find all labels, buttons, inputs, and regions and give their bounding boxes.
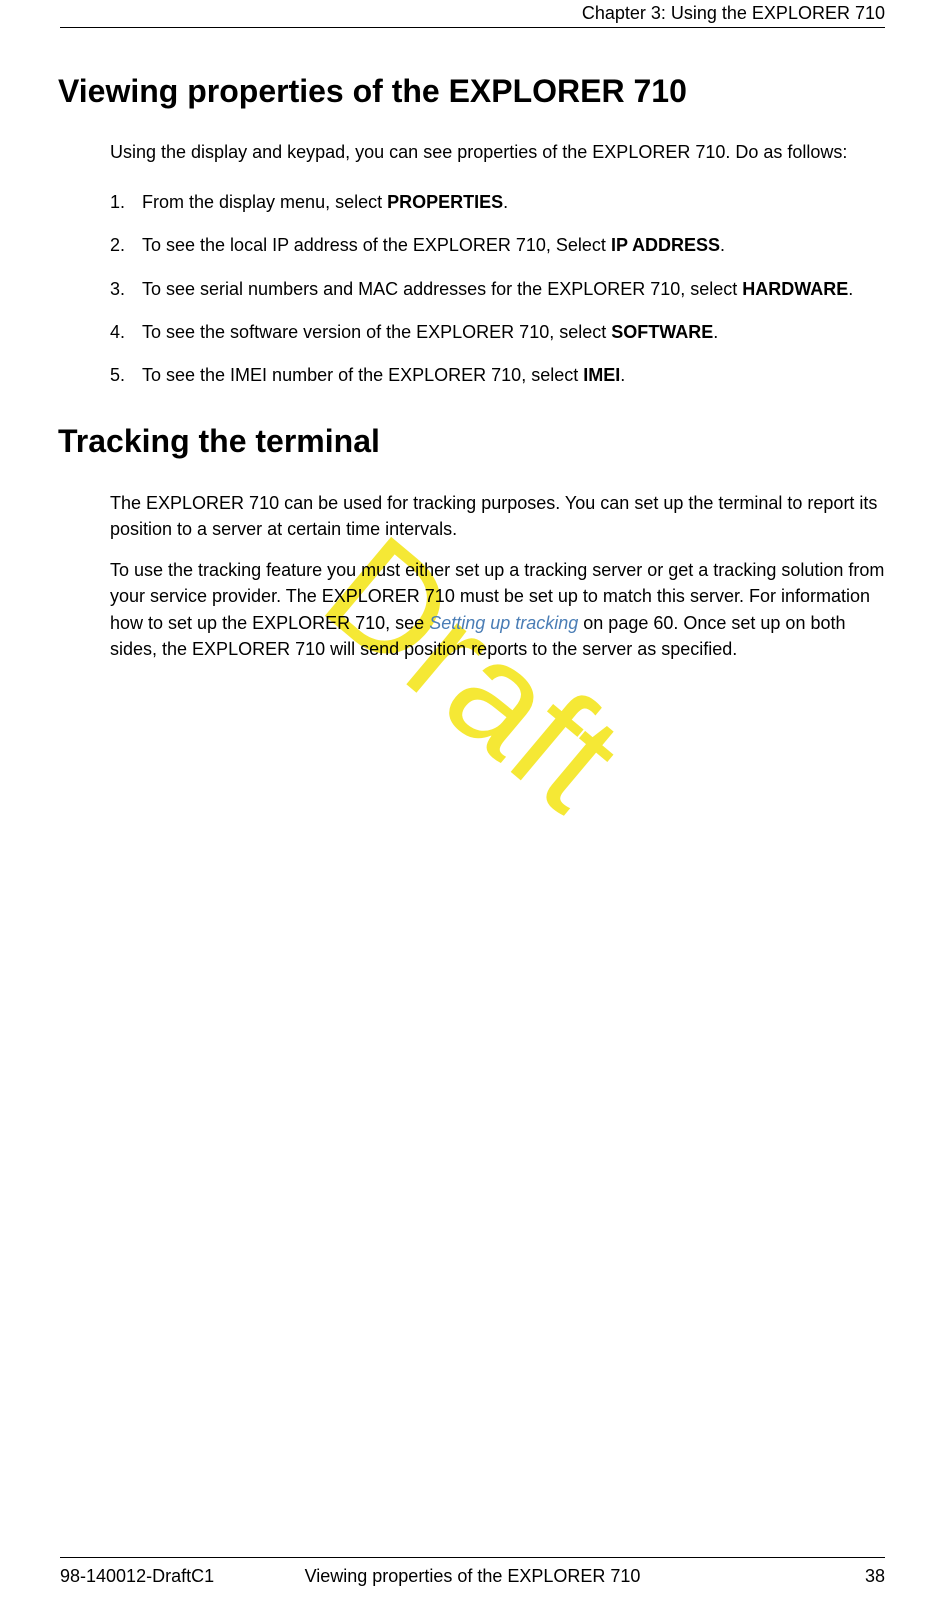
chapter-label: Chapter 3: Using the EXPLORER 710 xyxy=(582,3,885,24)
step-item: To see the IMEI number of the EXPLORER 7… xyxy=(110,363,885,388)
section2-heading: Tracking the terminal xyxy=(58,423,885,460)
step-item: To see the software version of the EXPLO… xyxy=(110,320,885,345)
page-header: Chapter 3: Using the EXPLORER 710 xyxy=(60,0,885,28)
footer-title: Viewing properties of the EXPLORER 710 xyxy=(305,1566,641,1587)
step-text: From the display menu, select xyxy=(142,192,387,212)
step-item: To see serial numbers and MAC addresses … xyxy=(110,277,885,302)
section2-para1: The EXPLORER 710 can be used for trackin… xyxy=(110,490,885,542)
step-bold: PROPERTIES xyxy=(387,192,503,212)
section2-para2: To use the tracking feature you must eit… xyxy=(110,557,885,661)
step-item: From the display menu, select PROPERTIES… xyxy=(110,190,885,215)
step-bold: HARDWARE xyxy=(742,279,848,299)
step-bold: IMEI xyxy=(583,365,620,385)
section1-intro: Using the display and keypad, you can se… xyxy=(110,140,885,165)
step-after: . xyxy=(720,235,725,255)
step-bold: SOFTWARE xyxy=(611,322,713,342)
footer-page-number: 38 xyxy=(865,1566,885,1587)
step-text: To see serial numbers and MAC addresses … xyxy=(142,279,742,299)
step-after: . xyxy=(620,365,625,385)
section1-heading: Viewing properties of the EXPLORER 710 xyxy=(58,73,885,110)
tracking-link[interactable]: Setting up tracking xyxy=(429,613,578,633)
page-footer: 98-140012-DraftC1 Viewing properties of … xyxy=(60,1557,885,1587)
step-after: . xyxy=(503,192,508,212)
step-text: To see the local IP address of the EXPLO… xyxy=(142,235,611,255)
footer-doc-id: 98-140012-DraftC1 xyxy=(60,1566,214,1587)
step-item: To see the local IP address of the EXPLO… xyxy=(110,233,885,258)
step-after: . xyxy=(713,322,718,342)
step-text: To see the IMEI number of the EXPLORER 7… xyxy=(142,365,583,385)
step-bold: IP ADDRESS xyxy=(611,235,720,255)
steps-list: From the display menu, select PROPERTIES… xyxy=(110,190,885,388)
step-after: . xyxy=(848,279,853,299)
step-text: To see the software version of the EXPLO… xyxy=(142,322,611,342)
